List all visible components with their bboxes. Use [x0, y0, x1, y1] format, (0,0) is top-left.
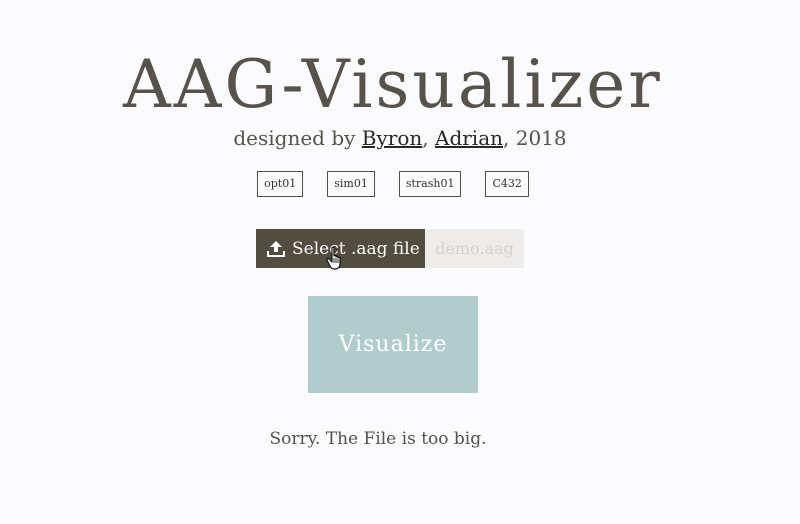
selected-file-name: demo.aag — [425, 229, 524, 268]
file-upload: Select .aag file demo.aag — [256, 229, 524, 268]
upload-icon — [267, 240, 285, 257]
author-link-adrian[interactable]: Adrian — [435, 126, 503, 150]
example-button-strash01[interactable]: strash01 — [398, 171, 462, 197]
error-message: Sorry. The File is too big. — [269, 429, 487, 449]
example-button-opt01[interactable]: opt01 — [257, 171, 304, 197]
page: AAG-Visualizer designed by Byron, Adrian… — [0, 0, 800, 524]
page-title: AAG-Visualizer — [123, 46, 663, 123]
example-button-c432[interactable]: C432 — [485, 171, 529, 197]
credits-line: designed by Byron, Adrian, 2018 — [0, 124, 800, 152]
select-file-label: Select .aag file — [292, 238, 420, 259]
author-link-byron[interactable]: Byron — [362, 126, 422, 150]
example-button-sim01[interactable]: sim01 — [327, 171, 375, 197]
hand-cursor-icon — [326, 246, 341, 270]
example-buttons: opt01 sim01 strash01 C432 — [0, 171, 786, 197]
credits-separator: , — [422, 126, 435, 150]
credits-prefix: designed by — [233, 126, 362, 150]
credits-year: , 2018 — [503, 126, 567, 150]
visualize-button[interactable]: Visualize — [308, 296, 478, 393]
